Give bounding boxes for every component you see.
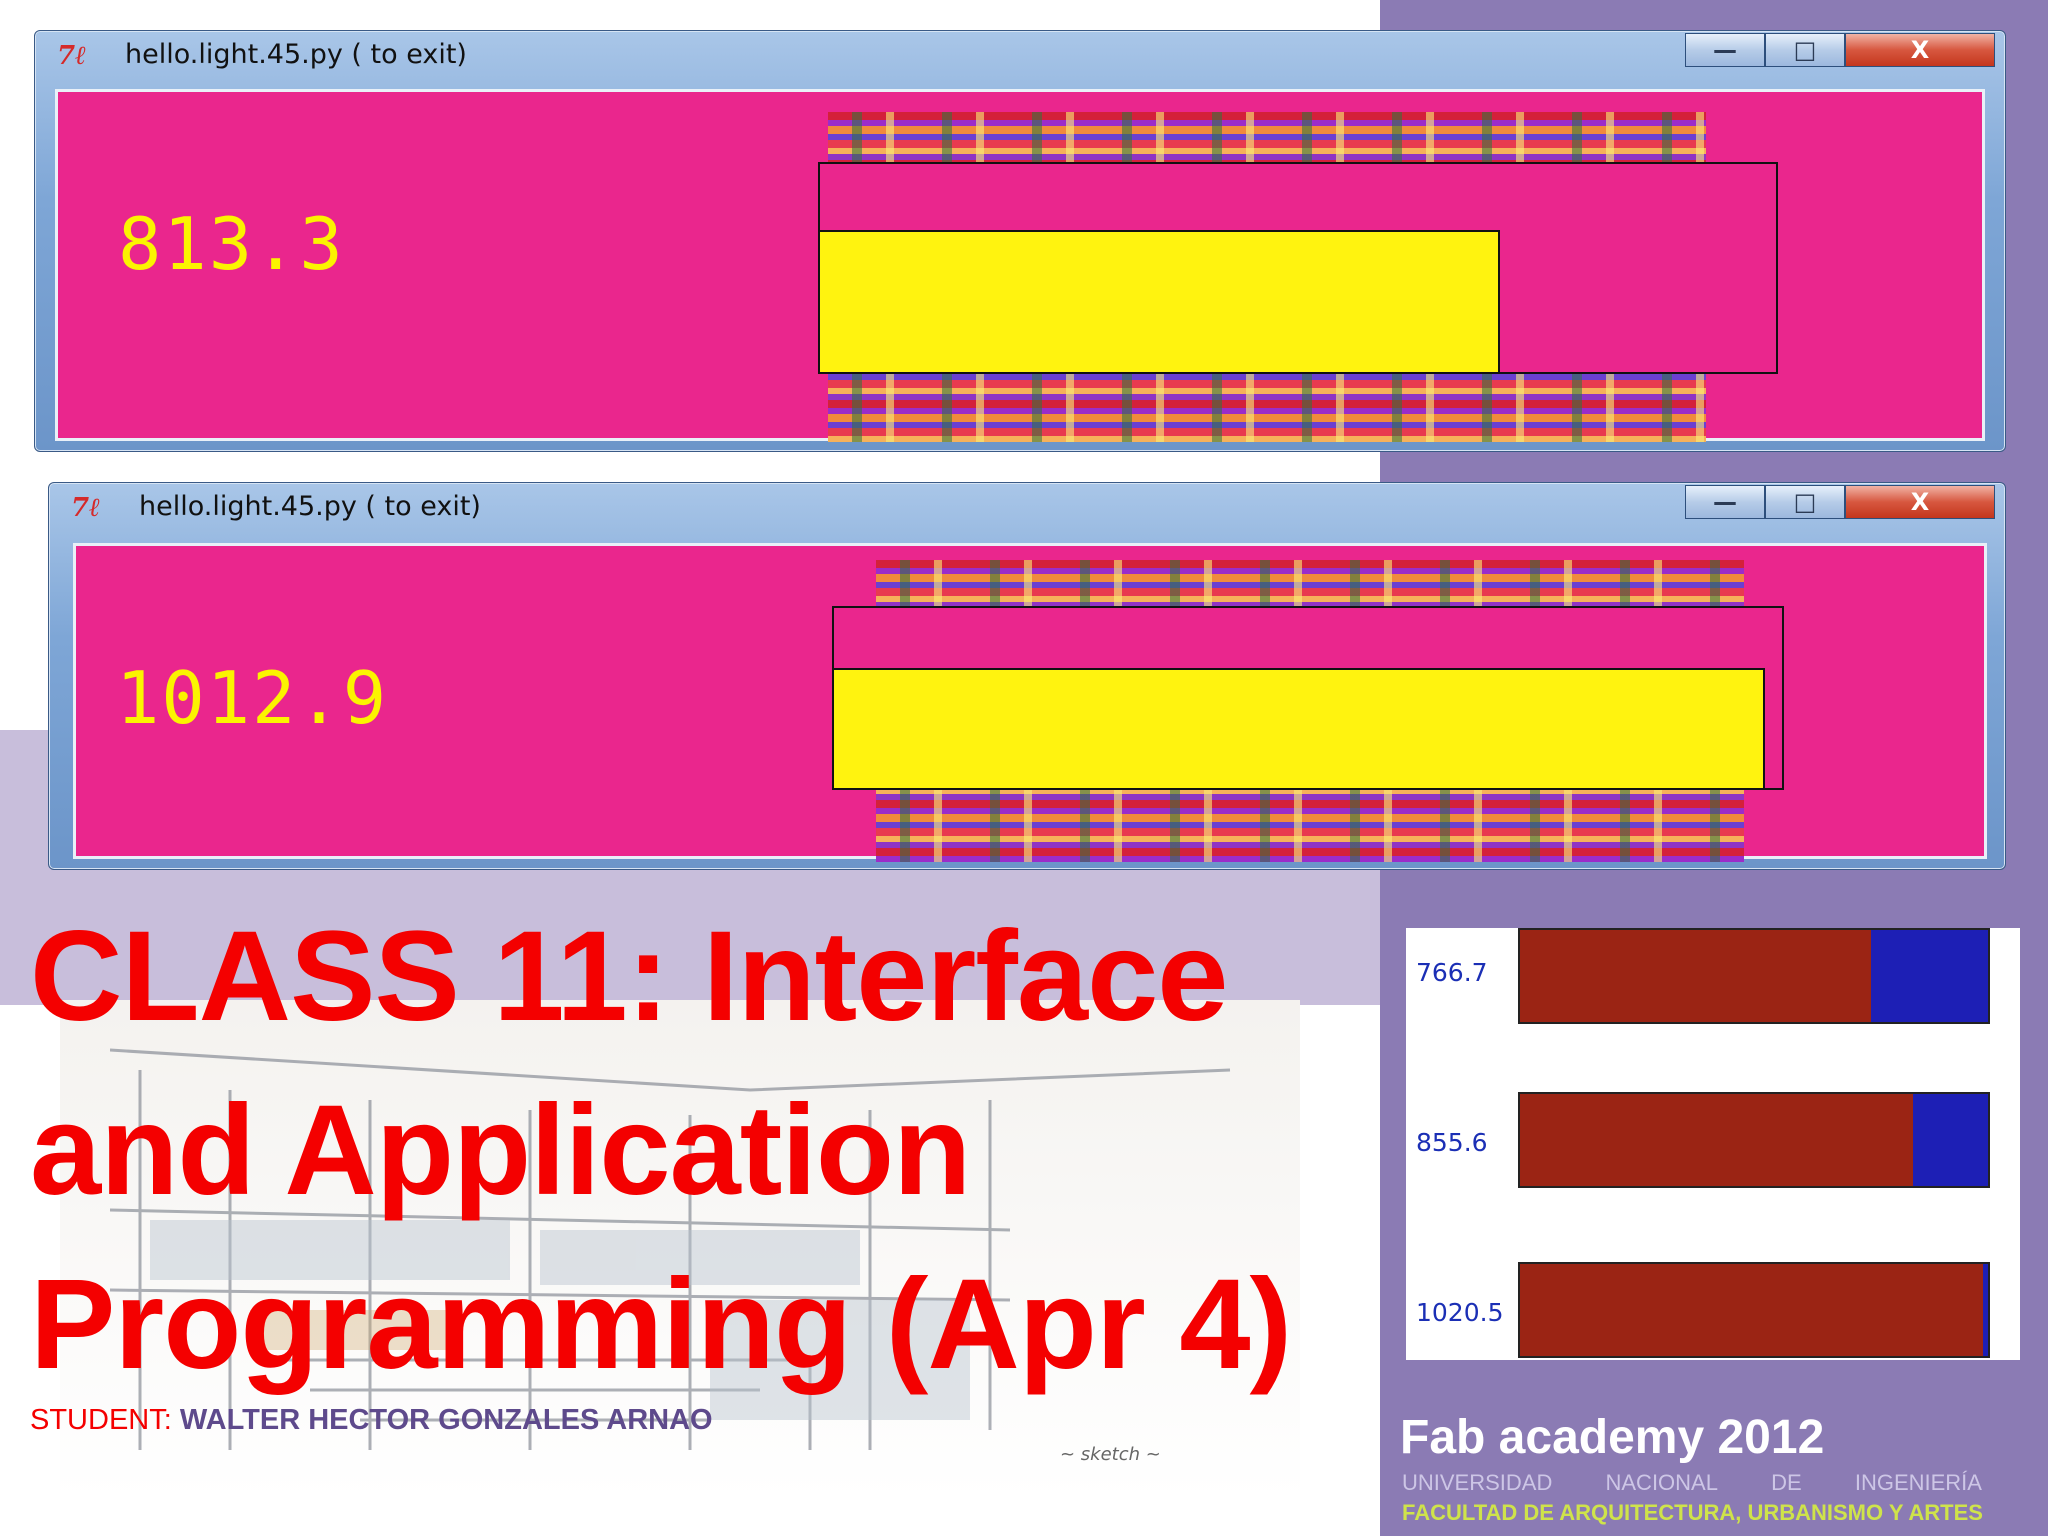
class-headline: CLASS 11: Interface and Application Prog… [30,890,1350,1412]
close-button[interactable]: X [1845,33,1995,67]
svg-text:~ sketch ~: ~ sketch ~ [1060,1444,1161,1465]
university-name: UNIVERSIDAD NACIONAL DE INGENIERÍA [1402,1470,1982,1496]
light-reading: 813.3 [118,202,345,286]
light-reading: 1012.9 [116,656,389,740]
tk-window-1[interactable]: 7ℓ hello.light.45.py ( to exit) — □ X 81… [34,30,2006,452]
student-name: WALTER HECTOR GONZALES ARNAO [179,1404,713,1436]
close-button[interactable]: X [1845,485,1995,519]
fab-academy-title: Fab academy 2012 [1400,1411,1825,1464]
minimize-button[interactable]: — [1685,33,1765,67]
university-word: INGENIERÍA [1854,1470,1982,1495]
meter-track [1518,928,1990,1024]
tk-feather-icon: 7ℓ [71,493,101,523]
window-1-title: hello.light.45.py ( to exit) [125,39,467,70]
student-key: STUDENT: [30,1404,172,1436]
minimize-button[interactable]: — [1685,485,1765,519]
bar-meter-window: 766.7 855.6 1020.5 [1406,928,2020,1360]
meter-label: 766.7 [1416,958,1488,987]
tk-window-2[interactable]: 7ℓ hello.light.45.py ( to exit) — □ X 10… [48,482,2006,870]
tk-feather-icon: 7ℓ [57,41,87,71]
maximize-button[interactable]: □ [1765,33,1845,67]
level-bar-fill [832,668,1765,790]
university-word: NACIONAL [1605,1470,1718,1495]
headline-line: and Application [30,1079,971,1222]
meter-fill [1520,1094,1914,1186]
meter-fill [1520,930,1871,1022]
window-2-canvas: 1012.9 [73,543,1987,862]
window-1-titlebar[interactable]: 7ℓ hello.light.45.py ( to exit) — □ X [35,31,2005,81]
university-word: DE [1771,1470,1802,1495]
headline-line: CLASS 11: Interface [30,905,1228,1048]
level-bar-fill [818,230,1500,374]
university-word: UNIVERSIDAD [1402,1470,1553,1495]
student-credit: STUDENT: WALTER HECTOR GONZALES ARNAO [30,1404,713,1437]
meter-fill [1520,1264,1984,1356]
meter-label: 1020.5 [1416,1298,1504,1327]
faculty-name: FACULTAD DE ARQUITECTURA, URBANISMO Y AR… [1402,1500,1983,1525]
window-2-titlebar[interactable]: 7ℓ hello.light.45.py ( to exit) — □ X [49,483,2005,533]
meter-track [1518,1262,1990,1358]
maximize-button[interactable]: □ [1765,485,1845,519]
meter-label: 855.6 [1416,1128,1488,1157]
headline-line: Programming (Apr 4) [30,1253,1292,1396]
window-2-title: hello.light.45.py ( to exit) [139,491,481,522]
window-1-canvas: 813.3 [55,89,1985,442]
meter-track [1518,1092,1990,1188]
